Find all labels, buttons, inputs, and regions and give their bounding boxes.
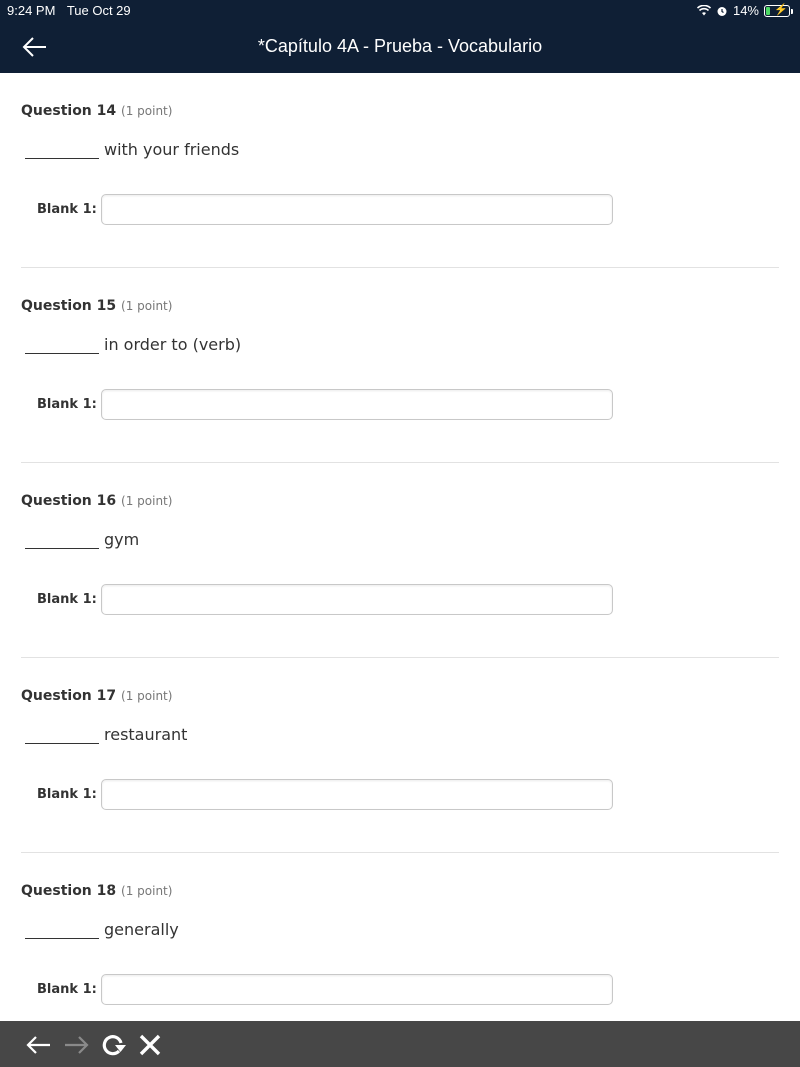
- blank-label: Blank 1:: [37, 397, 97, 412]
- question-prompt: restaurant: [104, 725, 188, 744]
- question-points: (1 point): [121, 299, 173, 313]
- blank-1-input[interactable]: [100, 779, 613, 810]
- blank-line: [25, 726, 99, 744]
- status-time: 9:24 PM: [7, 3, 56, 18]
- status-date: Tue Oct 29: [66, 3, 131, 18]
- question-prompt: gym: [104, 530, 140, 549]
- blank-1-input[interactable]: [100, 194, 613, 225]
- blank-label: Blank 1:: [37, 787, 97, 802]
- question-label: Question 16: [21, 493, 117, 509]
- forward-icon[interactable]: [62, 1031, 90, 1059]
- blank-1-input[interactable]: [100, 389, 613, 420]
- battery-percent: 14%: [732, 3, 759, 18]
- question-points: (1 point): [121, 104, 173, 118]
- blank-1-input[interactable]: [100, 974, 613, 1005]
- question-15: Question 15 (1 point) in order to (verb)…: [21, 268, 779, 463]
- blank-1-input[interactable]: [100, 584, 613, 615]
- question-points: (1 point): [121, 884, 173, 898]
- nav-bar: *Capítulo 4A - Prueba - Vocabulario: [0, 22, 800, 73]
- close-icon[interactable]: [136, 1031, 164, 1059]
- question-points: (1 point): [121, 689, 173, 703]
- blank-line: [25, 921, 99, 939]
- blank-line: [25, 141, 99, 159]
- question-points: (1 point): [121, 494, 173, 508]
- quiz-content: Question 14 (1 point) with your friends …: [0, 73, 800, 1021]
- status-bar: 9:24 PM Tue Oct 29 14% ⚡: [0, 0, 800, 22]
- question-label: Question 17: [21, 688, 117, 704]
- question-label: Question 15: [21, 298, 117, 314]
- blank-label: Blank 1:: [37, 592, 97, 607]
- blank-label: Blank 1:: [37, 982, 97, 997]
- question-17: Question 17 (1 point) restaurant Blank 1…: [21, 658, 779, 853]
- question-14: Question 14 (1 point) with your friends …: [21, 73, 779, 268]
- blank-line: [25, 336, 99, 354]
- question-prompt: in order to (verb): [104, 335, 242, 354]
- question-18: Question 18 (1 point) generally Blank 1:: [21, 853, 779, 1021]
- browser-toolbar: [0, 1021, 800, 1067]
- question-16: Question 16 (1 point) gym Blank 1:: [21, 463, 779, 658]
- page-title: *Capítulo 4A - Prueba - Vocabulario: [257, 36, 543, 56]
- alarm-icon: [717, 6, 727, 16]
- question-label: Question 18: [21, 883, 117, 899]
- question-prompt: generally: [104, 920, 179, 939]
- back-icon[interactable]: [25, 1031, 53, 1059]
- blank-line: [25, 531, 99, 549]
- wifi-icon: [696, 5, 711, 16]
- battery-charging-icon: ⚡: [764, 4, 793, 17]
- blank-label: Blank 1:: [37, 202, 97, 217]
- reload-icon[interactable]: [99, 1031, 127, 1059]
- question-prompt: with your friends: [104, 140, 240, 159]
- question-label: Question 14: [21, 103, 117, 119]
